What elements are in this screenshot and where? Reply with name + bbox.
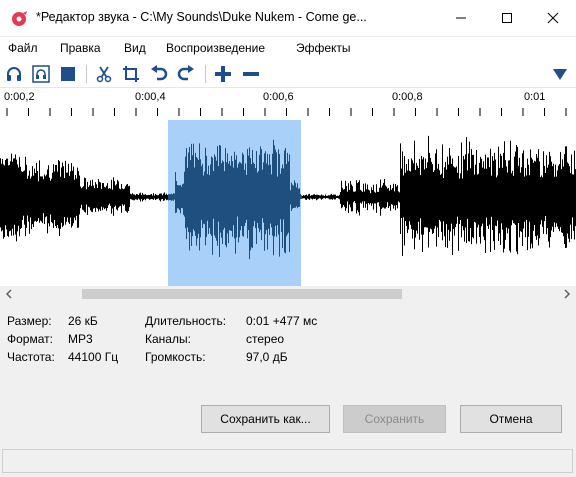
duration-label: Длительность:: [145, 314, 227, 328]
undo-icon[interactable]: [150, 65, 168, 83]
menu-playback[interactable]: Воспроизведение: [166, 41, 265, 55]
ruler-ticks: [6, 108, 567, 116]
save-as-button[interactable]: Сохранить как...: [201, 405, 330, 433]
zoom-in-icon[interactable]: [214, 65, 232, 83]
menu-effects[interactable]: Эффекты: [296, 41, 351, 55]
headphones-selection-icon[interactable]: [32, 65, 50, 83]
menu-bar: Файл Правка Вид Воспроизведение Эффекты: [0, 37, 576, 61]
size-value: 26 кБ: [68, 314, 98, 328]
channels-label: Каналы:: [145, 332, 191, 346]
dropdown-arrow-icon[interactable]: [551, 65, 569, 83]
close-button[interactable]: [530, 0, 576, 36]
duration-value: 0:01 +477 мс: [246, 314, 318, 328]
waveform-view[interactable]: [0, 120, 576, 286]
title-bar: *Редактор звука - C:\My Sounds\Duke Nuke…: [0, 0, 576, 36]
menu-view[interactable]: Вид: [124, 41, 146, 55]
scrollbar-thumb[interactable]: [82, 289, 402, 299]
minimize-button[interactable]: [438, 0, 484, 36]
cancel-button[interactable]: Отмена: [460, 405, 562, 433]
size-label: Размер:: [7, 314, 52, 328]
scroll-right-icon[interactable]: [562, 286, 572, 302]
timeline-ruler[interactable]: 0:00,2 0:00,4 0:00,6 0:00,8 0:01: [0, 88, 576, 120]
scroll-left-icon[interactable]: [4, 286, 14, 302]
format-value: MP3: [68, 332, 93, 346]
waveform: [0, 135, 576, 260]
maximize-icon: [502, 13, 512, 23]
zoom-out-icon[interactable]: [242, 65, 260, 83]
format-label: Формат:: [7, 332, 53, 346]
channels-value: стерео: [246, 332, 285, 346]
maximize-button[interactable]: [484, 0, 530, 36]
save-button[interactable]: Сохранить: [343, 405, 446, 433]
cut-icon[interactable]: [95, 65, 113, 83]
app-logo-icon: [12, 11, 27, 26]
status-bar: [2, 449, 573, 473]
rate-label: Частота:: [7, 350, 55, 364]
menu-edit[interactable]: Правка: [60, 41, 101, 55]
menu-file[interactable]: Файл: [8, 41, 38, 55]
volume-label: Громкость:: [145, 350, 206, 364]
toolbar: [0, 61, 576, 88]
window-title: *Редактор звука - C:\My Sounds\Duke Nuke…: [36, 10, 367, 24]
crop-icon[interactable]: [122, 65, 140, 83]
headphones-icon[interactable]: [5, 65, 23, 83]
minimize-icon: [456, 17, 466, 19]
close-icon: [547, 12, 559, 24]
volume-value: 97,0 дБ: [246, 350, 288, 364]
rate-value: 44100 Гц: [68, 350, 119, 364]
horizontal-scrollbar[interactable]: [0, 286, 576, 302]
stop-icon[interactable]: [59, 65, 77, 83]
redo-icon[interactable]: [177, 65, 195, 83]
